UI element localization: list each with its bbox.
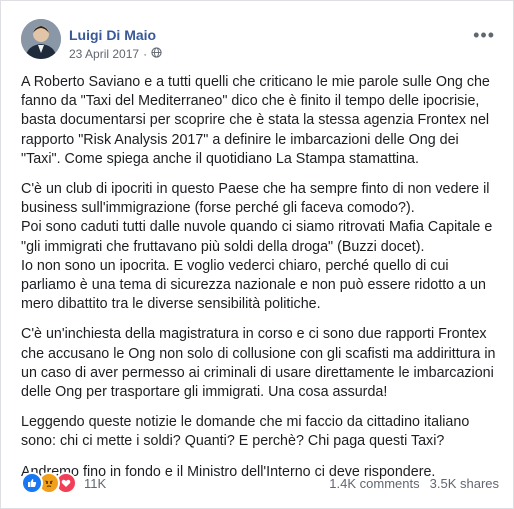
- more-options-icon[interactable]: •••: [473, 26, 495, 44]
- author-name[interactable]: Luigi Di Maio: [69, 27, 156, 43]
- comments-count[interactable]: 1.4K comments: [329, 476, 419, 491]
- post-header: Luigi Di Maio 23 April 2017 · •••: [21, 17, 501, 61]
- shares-count[interactable]: 3.5K shares: [430, 476, 499, 491]
- post-paragraph: Leggendo queste notizie le domande che m…: [21, 414, 470, 450]
- post-paragraph: A Roberto Saviano e a tutti quelli che c…: [21, 74, 490, 167]
- post-meta: 23 April 2017 ·: [69, 47, 162, 61]
- globe-icon[interactable]: [151, 47, 162, 61]
- post-body: A Roberto Saviano e a tutti quelli che c…: [21, 73, 501, 493]
- post-paragraph: C'è un club di ipocriti in questo Paese …: [21, 181, 493, 313]
- post-footer: 11K 1.4K comments 3.5K shares: [21, 471, 499, 495]
- post-date[interactable]: 23 April 2017: [69, 47, 139, 61]
- like-icon: [21, 472, 43, 494]
- engagement-stats: 1.4K comments 3.5K shares: [329, 476, 499, 491]
- reactions-count[interactable]: 11K: [84, 476, 106, 491]
- post-card: Luigi Di Maio 23 April 2017 · ••• A Robe…: [0, 0, 514, 509]
- avatar[interactable]: [21, 19, 61, 59]
- reactions-summary[interactable]: 11K: [21, 472, 106, 494]
- post-paragraph: C'è un'inchiesta della magistratura in c…: [21, 326, 496, 401]
